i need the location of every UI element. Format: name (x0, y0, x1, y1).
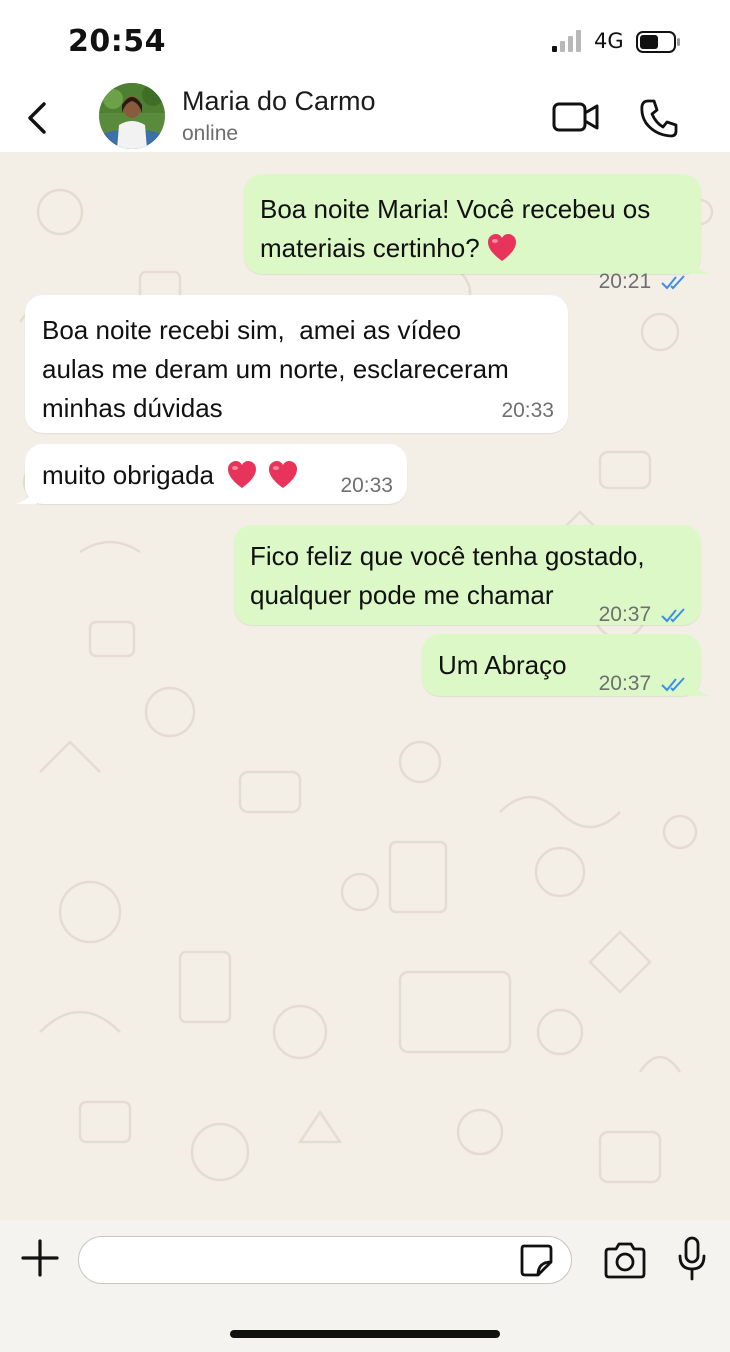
read-receipt-icon (661, 608, 685, 623)
message-text: Boa noite recebi sim, amei as vídeo (42, 315, 462, 345)
sticker-icon[interactable] (518, 1242, 554, 1278)
chat-header: Maria do Carmo online (0, 80, 730, 152)
message-bubble-outgoing[interactable]: Um Abraço 20:37 (422, 634, 711, 696)
read-receipt-icon (661, 275, 685, 290)
home-indicator[interactable] (230, 1330, 500, 1338)
avatar[interactable] (99, 83, 165, 149)
video-camera-icon[interactable] (551, 100, 601, 134)
message-text: Boa noite Maria! Você recebeu os (260, 194, 651, 224)
message-meta: 20:37 (599, 595, 689, 634)
message-meta: 20:37 (599, 664, 689, 703)
message-time: 20:21 (598, 270, 652, 293)
message-input[interactable] (78, 1236, 572, 1284)
contact-name[interactable]: Maria do Carmo (182, 86, 376, 117)
status-bar: 20:54 4G (0, 0, 730, 80)
network-type: 4G (594, 29, 624, 53)
heart-emoji-icon (269, 461, 298, 488)
bubble-tail (689, 678, 711, 696)
message-text: materiais certinho? (260, 233, 480, 263)
read-receipt-icon (661, 677, 685, 692)
message-bubble-incoming[interactable]: Boa noite recebi sim, amei as vídeo aula… (25, 295, 568, 433)
chat-area[interactable]: Boa noite Maria! Você recebeu os materia… (0, 152, 730, 1220)
message-bubble-outgoing[interactable]: Fico feliz que você tenha gostado, qualq… (234, 525, 701, 626)
status-time: 20:54 (68, 24, 166, 59)
message-text: qualquer pode me chamar (250, 580, 554, 610)
contact-status: online (182, 122, 239, 145)
message-meta: 20:21 (599, 262, 689, 301)
signal-icon (552, 30, 581, 52)
message-text: Fico feliz que você tenha gostado, (250, 541, 645, 571)
phone-icon[interactable] (638, 97, 680, 139)
message-bubble-incoming[interactable]: muito obrigada 20:33 (15, 444, 407, 504)
message-time: 20:33 (501, 399, 554, 422)
bubble-tail (689, 256, 711, 274)
plus-icon[interactable] (20, 1238, 60, 1278)
bubble-tail (15, 486, 37, 504)
message-text: minhas dúvidas (42, 393, 223, 423)
heart-emoji-icon (487, 234, 516, 261)
message-text: aulas me deram um norte, esclareceram (42, 354, 509, 384)
message-time: 20:37 (598, 672, 652, 695)
heart-emoji-icon (228, 461, 257, 488)
message-text: muito obrigada (42, 460, 214, 490)
back-arrow-icon[interactable] (22, 98, 52, 138)
microphone-icon[interactable] (676, 1236, 708, 1282)
battery-icon (636, 31, 680, 53)
message-time: 20:33 (340, 474, 393, 497)
message-time: 20:37 (598, 603, 652, 626)
message-bubble-outgoing[interactable]: Boa noite Maria! Você recebeu os materia… (244, 174, 711, 293)
message-text: Um Abraço (438, 650, 567, 680)
camera-icon[interactable] (602, 1240, 648, 1280)
